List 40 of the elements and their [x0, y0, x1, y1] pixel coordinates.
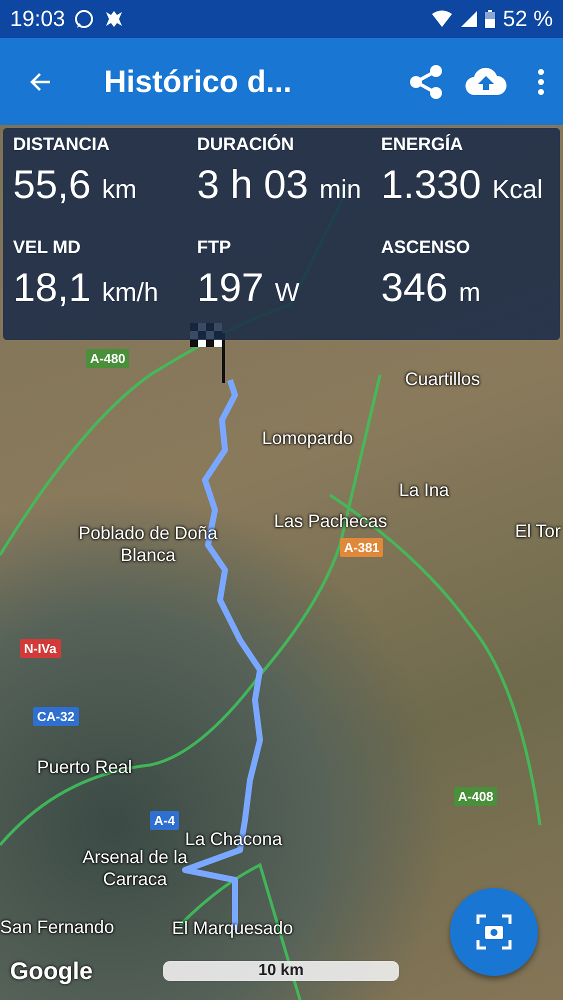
cloud-upload-icon	[465, 66, 507, 96]
screen-title: Histórico d...	[104, 64, 293, 100]
google-logo: Google	[10, 958, 93, 986]
stat-value: 3 h 03 min	[197, 162, 362, 209]
battery-percent: 52 %	[502, 6, 553, 32]
place-label: San Fernando	[0, 916, 114, 938]
place-label: La Ina	[399, 479, 450, 501]
stat-label: DISTANCIA	[13, 134, 111, 155]
stat-value: 197 W	[197, 265, 300, 312]
place-label: Cuartillos	[405, 368, 480, 390]
more-options-icon	[537, 68, 545, 96]
wifi-icon	[430, 10, 453, 28]
stat-value: 1.330 Kcal	[381, 162, 543, 209]
road-number-sign: CA-32	[33, 707, 79, 726]
screenshot-button[interactable]	[450, 888, 538, 976]
stat-label: ENERGÍA	[381, 134, 464, 155]
place-label: Arsenal de la Carraca	[81, 846, 189, 890]
status-time: 19:03	[10, 6, 66, 32]
share-icon	[407, 62, 445, 100]
stat-value: 55,6 km	[13, 162, 137, 209]
stat-label: DURACIÓN	[197, 134, 295, 155]
place-label: El Marquesado	[172, 917, 294, 939]
place-label: Lomopardo	[262, 427, 354, 449]
stat-label: VEL MD	[13, 237, 82, 258]
road-number-sign: N-IVa	[20, 639, 61, 658]
place-label: Las Pachecas	[274, 510, 388, 532]
road-number-sign: A-408	[454, 787, 498, 806]
stat-label: ASCENSO	[381, 237, 472, 258]
battery-icon	[484, 10, 495, 28]
place-label: Puerto Real	[37, 756, 132, 778]
road-number-sign: A-381	[340, 538, 384, 557]
stat-value: 18,1 km/h	[13, 265, 158, 312]
camera-icon	[475, 913, 513, 951]
scale-bar: 10 km	[163, 961, 399, 981]
stat-value: 346 m	[381, 265, 481, 312]
stat-label: FTP	[197, 237, 232, 258]
road-number-sign: A-480	[86, 349, 130, 368]
road-number-sign: A-4	[150, 811, 179, 830]
place-label: El Tor	[515, 520, 561, 542]
signal-icon	[460, 11, 477, 27]
